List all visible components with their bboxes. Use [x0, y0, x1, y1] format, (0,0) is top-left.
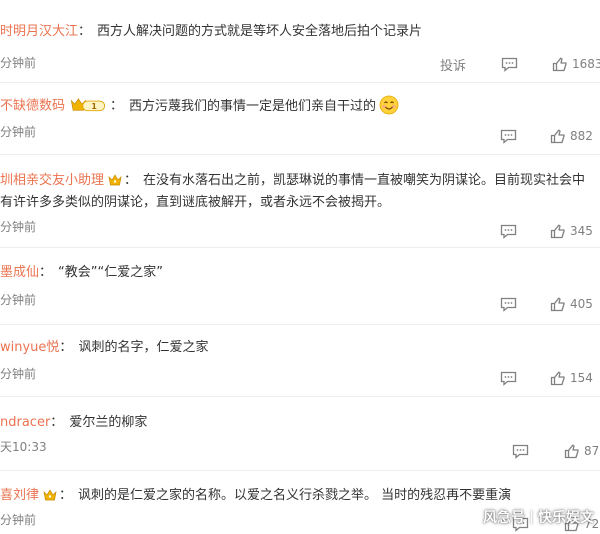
like-count: 405 — [570, 297, 593, 311]
crown-badge-icon — [43, 488, 57, 500]
reply-icon — [500, 371, 517, 386]
comment-text: “教会”“仁爱之家” — [58, 265, 163, 280]
comment-separator: ： — [124, 173, 138, 188]
reply-button[interactable] — [512, 441, 529, 461]
comment-time: 分钟前 — [0, 56, 37, 70]
comment-username[interactable]: ndracer — [0, 415, 50, 430]
crown-level-badge: 1 — [70, 98, 106, 112]
like-button[interactable]: 154 — [550, 368, 593, 388]
comment-line: ndracer： 爱尔兰的柳家 — [0, 413, 147, 433]
comment-text: 爱尔兰的柳家 — [69, 415, 148, 430]
comment-separator: ： — [50, 415, 64, 430]
comment-line: 不缺德数码 1 ： 西方污蔑我们的事情一定是他们亲自干过的 — [0, 95, 399, 117]
divider — [0, 247, 600, 248]
comment-separator: ： — [110, 98, 124, 114]
like-count: 882 — [570, 129, 593, 143]
comment-line: winyue悦： 讽刺的名字，仁爱之家 — [0, 338, 208, 358]
comment-actions: 154 — [500, 368, 600, 388]
comment-username[interactable]: 墨成仙 — [0, 265, 39, 280]
comment-separator: ： — [59, 340, 73, 355]
comment-text: 讽刺的名字，仁爱之家 — [78, 340, 209, 355]
thumbs-up-icon — [552, 57, 567, 71]
comment-actions: 882 — [500, 126, 600, 146]
thumbs-up-icon — [550, 224, 565, 238]
reply-icon — [500, 297, 517, 312]
reply-button[interactable] — [500, 221, 517, 241]
like-count: 154 — [570, 371, 593, 385]
watermark-right: 快乐娱文 — [538, 510, 594, 526]
like-button[interactable]: 882 — [550, 126, 593, 146]
comment-text: 西方人解决问题的方式就是等坏人安全落地后拍个记录片 — [97, 24, 423, 39]
comment-line: 喜刘律 ： 讽刺的是仁爱之家的名称。以爱之名义行杀戮之举。 当时的残忍再不要重演 — [0, 486, 511, 506]
like-count: 1683 — [572, 57, 600, 71]
like-button[interactable]: 1683 — [552, 54, 600, 74]
watermark-left: 风急号 — [483, 510, 525, 526]
thumbs-up-icon — [550, 129, 565, 143]
comment-actions: 87 — [512, 441, 600, 461]
comment-actions: 405 — [500, 294, 600, 314]
crown-badge-icon — [108, 173, 122, 185]
comment-text-continued: 有许许多多类似的阴谋论，直到谜底被解开，或者永远不会被揭开。 — [0, 195, 391, 210]
comment-separator: ： — [39, 265, 53, 280]
comment-line: 时明月汉大江： 西方人解决问题的方式就是等坏人安全落地后拍个记录片 — [0, 22, 422, 42]
comment-actions: 投诉 1683 — [440, 54, 600, 74]
reply-button[interactable] — [500, 368, 517, 388]
comment-username[interactable]: 喜刘律 — [0, 488, 39, 503]
reply-icon — [512, 444, 529, 459]
like-count: 345 — [570, 224, 593, 238]
comment-time: 分钟前 — [0, 220, 37, 234]
thumbs-up-icon — [550, 371, 565, 385]
divider — [0, 82, 600, 83]
watermark: 风急号 快乐娱文 — [483, 506, 594, 528]
comment-time: 分钟前 — [0, 125, 37, 139]
comment-separator: ： — [59, 488, 73, 503]
comment-time: 分钟前 — [0, 513, 37, 527]
like-button[interactable]: 405 — [550, 294, 593, 314]
reply-icon — [501, 57, 518, 72]
like-button[interactable]: 345 — [550, 221, 593, 241]
comment-line: 圳相亲交友小助理 ： 在没有水落石出之前，凯瑟琳说的事情一直被嘲笑为阴谋论。目前现实… — [0, 171, 585, 191]
comment-time: 天10:33 — [0, 440, 47, 454]
thumbs-up-icon — [550, 297, 565, 311]
divider — [0, 154, 600, 155]
reply-button[interactable] — [501, 54, 518, 74]
level-badge-text: 1 — [91, 102, 96, 111]
comment-actions: 345 — [500, 221, 600, 241]
comment-text: 讽刺的是仁爱之家的名称。以爱之名义行杀戮之举。 当时的残忍再不要重演 — [78, 488, 512, 503]
report-button[interactable]: 投诉 — [440, 54, 466, 74]
like-count: 87 — [584, 444, 600, 458]
comment-text: 在没有水落石出之前，凯瑟琳说的事情一直被嘲笑为阴谋论。目前现实社会中 — [143, 173, 586, 188]
comment-time: 分钟前 — [0, 367, 37, 381]
divider — [0, 470, 600, 471]
like-button[interactable]: 87 — [564, 441, 599, 461]
comment-text: 西方污蔑我们的事情一定是他们亲自干过的 — [129, 98, 377, 114]
comment-separator: ： — [78, 24, 92, 39]
comment-line: 墨成仙： “教会”“仁爱之家” — [0, 263, 163, 283]
comment-username[interactable]: 时明月汉大江 — [0, 24, 78, 39]
comment-username[interactable]: winyue悦 — [0, 340, 59, 355]
comment-username[interactable]: 圳相亲交友小助理 — [0, 173, 104, 188]
watermark-separator — [531, 510, 532, 524]
divider — [0, 324, 600, 325]
reply-icon — [500, 129, 517, 144]
reply-icon — [500, 224, 517, 239]
comment-username[interactable]: 不缺德数码 — [0, 99, 65, 114]
reply-button[interactable] — [500, 294, 517, 314]
thumbs-up-icon — [564, 444, 579, 458]
divider — [0, 396, 600, 397]
smile-emoji-icon — [379, 95, 399, 115]
reply-button[interactable] — [500, 126, 517, 146]
report-label: 投诉 — [440, 58, 467, 74]
comment-time: 分钟前 — [0, 293, 37, 307]
